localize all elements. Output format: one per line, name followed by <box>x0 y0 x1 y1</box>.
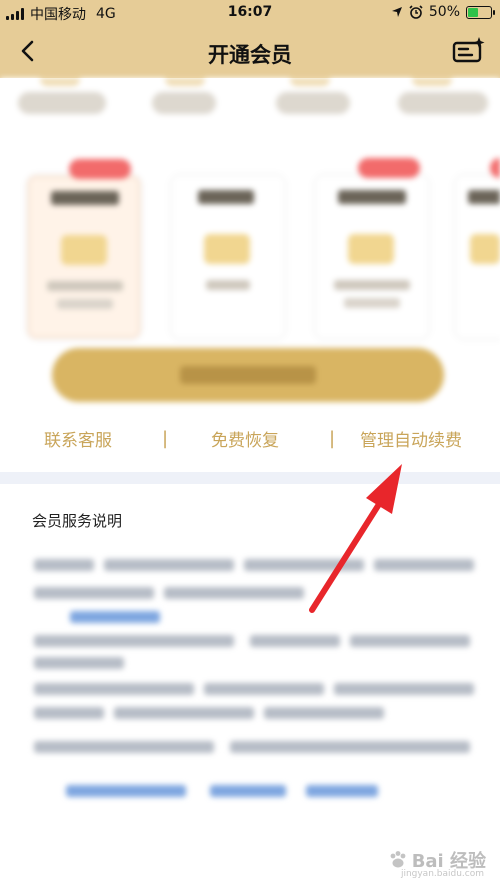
plan-subtitle <box>344 298 400 308</box>
text-link <box>70 611 160 623</box>
plan-subtitle <box>57 299 113 309</box>
plan-price <box>348 234 394 264</box>
text-line <box>34 635 234 647</box>
plan-name <box>51 191 119 205</box>
text-line <box>34 559 94 571</box>
text-line <box>244 559 364 571</box>
plan-card[interactable] <box>28 159 140 338</box>
link-separator: | <box>329 427 336 449</box>
plan-subtitle <box>206 280 250 290</box>
section-title: 会员服务说明 <box>32 512 123 530</box>
plan-tab[interactable] <box>152 92 216 114</box>
contact-service-link[interactable]: 联系客服 <box>44 426 112 451</box>
text-line <box>350 635 470 647</box>
section-divider <box>0 472 500 484</box>
tab-decoration <box>165 78 205 86</box>
plan-tab[interactable] <box>276 92 350 114</box>
edit-button[interactable] <box>452 36 486 66</box>
paw-icon <box>390 851 406 868</box>
edit-sparkle-icon <box>452 37 485 63</box>
status-right: 50% <box>391 4 495 20</box>
text-link <box>210 785 286 797</box>
text-line <box>334 683 474 695</box>
location-icon <box>391 7 402 17</box>
plan-name <box>198 190 254 204</box>
page-title: 开通会员 <box>208 43 292 67</box>
pay-button-label <box>180 366 316 384</box>
plan-subtitle <box>334 280 410 290</box>
text-line <box>250 635 340 647</box>
link-separator: | <box>162 427 169 449</box>
plan-tab[interactable] <box>398 92 488 114</box>
text-line <box>34 741 214 753</box>
action-links: 联系客服 | 免费恢复 | 管理自动续费 <box>0 420 500 456</box>
text-line <box>34 683 194 695</box>
tab-decoration <box>412 78 452 86</box>
free-restore-link[interactable]: 免费恢复 <box>211 426 279 451</box>
text-line <box>374 559 474 571</box>
tab-decoration <box>40 78 80 86</box>
tab-decoration <box>290 78 330 86</box>
plan-name <box>468 190 500 204</box>
plan-subtitle <box>47 281 123 291</box>
text-line <box>264 707 384 719</box>
text-line <box>230 741 470 753</box>
service-description <box>0 545 500 815</box>
plan-badge <box>69 159 131 179</box>
text-line <box>34 707 104 719</box>
plan-card[interactable] <box>456 158 500 338</box>
text-line <box>114 707 254 719</box>
alarm-icon <box>409 5 423 19</box>
baidu-watermark: Bai 经验 jingyan.baidu.com <box>388 847 486 879</box>
text-line <box>104 559 234 571</box>
text-line <box>204 683 324 695</box>
battery-icon <box>466 5 495 19</box>
watermark-url: jingyan.baidu.com <box>400 869 484 879</box>
pay-button[interactable] <box>52 348 444 402</box>
text-line <box>34 657 124 669</box>
text-line <box>164 587 304 599</box>
battery-percent: 50% <box>428 4 460 20</box>
nav-bar: 开通会员 <box>0 26 500 78</box>
plan-badge <box>490 158 500 178</box>
text-line <box>34 587 154 599</box>
plan-price <box>470 234 500 264</box>
text-link <box>306 785 378 797</box>
plan-price <box>61 235 107 265</box>
plan-card[interactable] <box>316 158 428 338</box>
text-link <box>66 785 186 797</box>
plan-selection-area <box>0 78 500 408</box>
plan-badge <box>358 158 420 178</box>
plan-price <box>204 234 250 264</box>
status-bar: 中国移动 4G 16:07 50% <box>0 0 500 26</box>
plan-card[interactable] <box>172 176 284 338</box>
manage-auto-renew-link[interactable]: 管理自动续费 <box>360 426 462 451</box>
plan-tab[interactable] <box>18 92 106 114</box>
plan-name <box>338 190 406 204</box>
